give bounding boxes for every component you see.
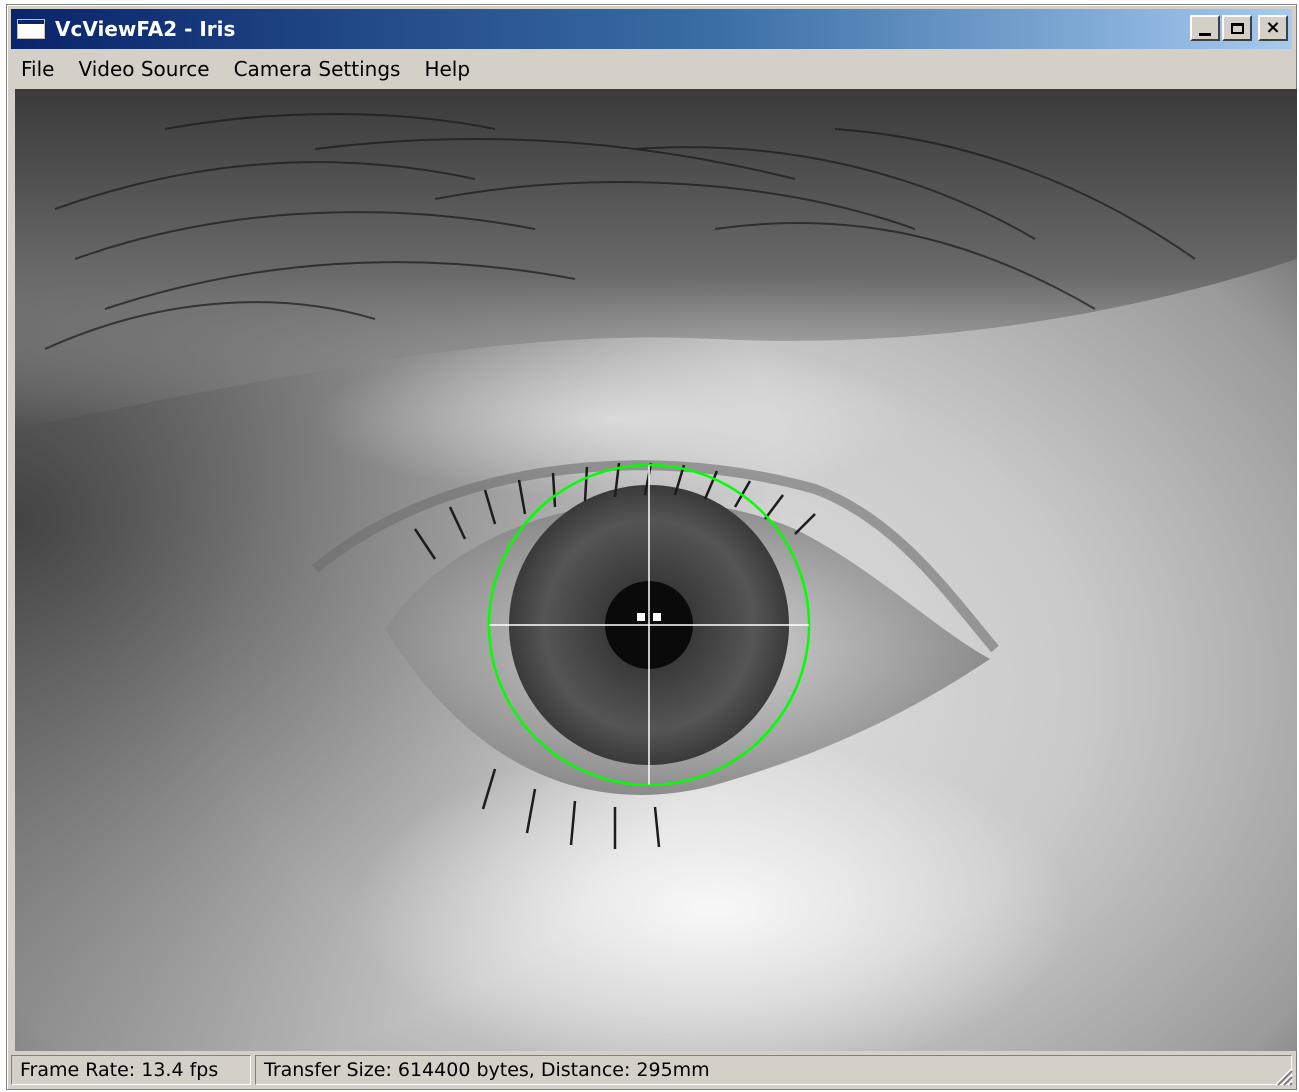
maximize-icon xyxy=(1230,22,1244,34)
minimize-button[interactable] xyxy=(1190,15,1220,41)
brow-bone-highlight xyxy=(315,339,915,499)
corneal-reflection-right xyxy=(653,613,661,621)
application-window: VcViewFA2 - Iris × File Video Source Cam… xyxy=(6,4,1297,1090)
menu-bar: File Video Source Camera Settings Help xyxy=(11,51,1292,87)
maximize-button[interactable] xyxy=(1222,15,1252,41)
eye-camera-image xyxy=(15,89,1297,1051)
corneal-reflection-left xyxy=(637,613,645,621)
menu-camera-settings[interactable]: Camera Settings xyxy=(222,55,413,83)
menu-file[interactable]: File xyxy=(11,55,66,83)
status-bar: Frame Rate: 13.4 fps Transfer Size: 6144… xyxy=(11,1053,1292,1087)
close-button[interactable]: × xyxy=(1258,15,1288,41)
menu-video-source[interactable]: Video Source xyxy=(66,55,221,83)
resize-grip-icon[interactable] xyxy=(1270,1063,1294,1087)
menu-help[interactable]: Help xyxy=(412,55,482,83)
title-bar-buttons: × xyxy=(1190,15,1288,41)
camera-video-view[interactable] xyxy=(15,89,1297,1051)
application-window-icon[interactable] xyxy=(17,19,45,39)
close-icon: × xyxy=(1265,17,1281,38)
window-title: VcViewFA2 - Iris xyxy=(55,17,236,41)
frame-rate-pane: Frame Rate: 13.4 fps xyxy=(11,1055,251,1085)
minimize-icon xyxy=(1199,32,1211,36)
transfer-info-pane: Transfer Size: 614400 bytes, Distance: 2… xyxy=(255,1055,1292,1085)
title-bar[interactable]: VcViewFA2 - Iris × xyxy=(11,9,1292,49)
